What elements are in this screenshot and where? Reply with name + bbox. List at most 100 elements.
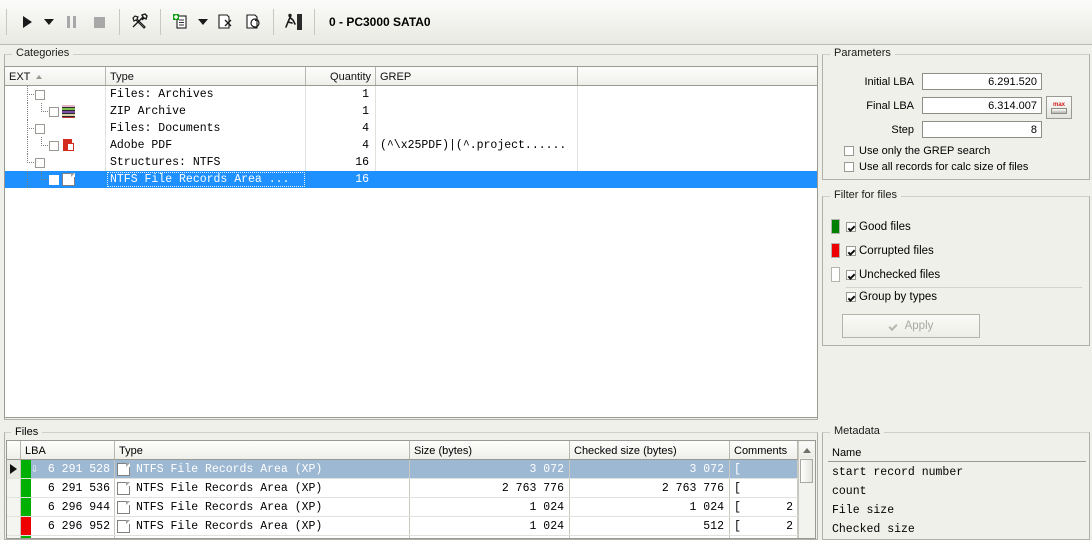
tree-elbow-icon <box>21 120 35 137</box>
category-row[interactable]: Adobe PDF 4 (^\x25PDF)|(^.project...... <box>5 137 817 154</box>
run-menu-button[interactable] <box>41 8 57 36</box>
good-files-label: Good files <box>859 220 911 233</box>
category-checkbox[interactable] <box>35 89 45 100</box>
filter-corrupted-files-row[interactable]: Corrupted files <box>831 243 934 258</box>
metadata-column-header-label: Name <box>832 446 862 459</box>
column-header-ext-label: EXT <box>9 71 31 83</box>
grep-only-checkbox[interactable] <box>844 146 854 156</box>
files-row-checked-size: 512 <box>570 517 730 535</box>
filter-good-files-row[interactable]: Good files <box>831 219 911 234</box>
metadata-row[interactable]: Checked size <box>832 523 915 536</box>
files-column-header-lba[interactable]: LBA <box>21 441 115 459</box>
final-lba-input[interactable]: 6.314.007 <box>922 97 1042 114</box>
category-row-type: ZIP Archive <box>106 103 306 120</box>
category-row-grep <box>376 171 578 188</box>
metadata-row[interactable]: count <box>832 485 867 498</box>
max-lba-button[interactable]: max <box>1046 96 1072 119</box>
category-checkbox[interactable] <box>49 140 59 151</box>
category-row-filler <box>578 120 817 137</box>
page-icon <box>117 500 130 514</box>
files-row-marker <box>7 498 21 516</box>
files-row[interactable]: 6 296 952 NTFS File Records Area (XP) 1 02… <box>7 517 815 536</box>
category-row[interactable]: NTFS File Records Area ... 16 <box>5 171 817 188</box>
categories-grid[interactable]: EXT Type Quantity GREP Files: Archives 1 Z… <box>4 66 818 418</box>
initial-lba-input[interactable]: 6.291.520 <box>922 73 1042 90</box>
files-group-title: Files <box>11 426 43 438</box>
files-column-header-type[interactable]: Type <box>115 441 410 459</box>
filter-divider <box>846 287 1082 288</box>
metadata-row[interactable]: File size <box>832 504 894 517</box>
files-row-type-label: NTFS File Records Area (XP) <box>136 481 323 495</box>
category-row-ext <box>5 120 106 137</box>
initial-lba-row: Initial LBA 6.291.520 <box>828 73 1042 90</box>
files-row[interactable]: ⇩ 6 291 528 NTFS File Records Area (XP) 3 0… <box>7 460 815 479</box>
scrollbar-thumb[interactable] <box>800 459 813 483</box>
tools-button[interactable] <box>126 8 154 36</box>
column-header-grep[interactable]: GREP <box>376 67 578 85</box>
files-row-lba: 6 296 952 <box>31 517 115 535</box>
all-records-checkbox[interactable] <box>844 162 854 172</box>
category-row-type: Files: Documents <box>106 120 306 137</box>
good-files-color-swatch <box>831 219 840 234</box>
column-header-quantity-label: Quantity <box>330 71 371 83</box>
step-input[interactable]: 8 <box>922 121 1042 138</box>
files-row-comment: [2 <box>730 498 798 516</box>
files-row[interactable] <box>7 536 815 538</box>
exit-button[interactable] <box>280 8 308 36</box>
category-checkbox[interactable] <box>49 106 59 117</box>
tree-elbow-icon <box>35 103 49 120</box>
files-column-header-size[interactable]: Size (bytes) <box>410 441 570 459</box>
category-row[interactable]: Structures: NTFS 16 <box>5 154 817 171</box>
files-row-type: NTFS File Records Area (XP) <box>115 479 410 497</box>
stop-button[interactable] <box>85 8 113 36</box>
filter-group-by-types-row[interactable]: Group by types <box>846 291 937 303</box>
column-header-ext[interactable]: EXT <box>5 67 106 85</box>
files-row[interactable]: 6 291 536 NTFS File Records Area (XP) 2 76… <box>7 479 815 498</box>
scroll-up-button[interactable] <box>799 442 814 458</box>
column-header-quantity[interactable]: Quantity <box>306 67 376 85</box>
category-row[interactable]: Files: Documents 4 <box>5 120 817 137</box>
category-checkbox[interactable] <box>35 123 45 134</box>
files-row-size: 2 763 776 <box>410 479 570 497</box>
category-checkbox[interactable] <box>49 174 59 185</box>
files-grid[interactable]: LBA Type Size (bytes) Checked size (byte… <box>6 440 816 539</box>
category-row[interactable]: Files: Archives 1 <box>5 86 817 103</box>
category-checkbox[interactable] <box>35 157 45 168</box>
category-row-filler <box>578 103 817 120</box>
unchecked-files-checkbox[interactable] <box>846 269 856 280</box>
run-button[interactable] <box>13 8 41 36</box>
files-row[interactable]: 6 296 944 NTFS File Records Area (XP) 1 02… <box>7 498 815 517</box>
files-header-row: LBA Type Size (bytes) Checked size (byte… <box>7 441 815 460</box>
new-task-menu-button[interactable] <box>195 8 211 36</box>
grep-only-checkbox-row[interactable]: Use only the GREP search <box>844 145 990 157</box>
files-vertical-scrollbar[interactable] <box>798 441 815 538</box>
tree-elbow-icon <box>21 154 35 171</box>
metadata-column-header[interactable]: Name <box>828 444 1086 462</box>
filter-unchecked-files-row[interactable]: Unchecked files <box>831 267 940 282</box>
page-icon <box>117 481 130 495</box>
corrupted-files-checkbox[interactable] <box>846 245 856 256</box>
category-row-filler <box>578 86 817 103</box>
clear-task-button[interactable] <box>211 8 239 36</box>
category-row-type: Files: Archives <box>106 86 306 103</box>
files-row-checked-size: 2 763 776 <box>570 479 730 497</box>
categories-group-title: Categories <box>12 47 74 59</box>
category-row[interactable]: ZIP Archive 1 <box>5 103 817 120</box>
files-row-type: NTFS File Records Area (XP) <box>115 460 410 478</box>
good-files-checkbox[interactable] <box>846 221 856 232</box>
metadata-row[interactable]: start record number <box>832 466 963 479</box>
all-records-checkbox-row[interactable]: Use all records for calc size of files <box>844 161 1028 173</box>
refresh-task-button[interactable] <box>239 8 267 36</box>
new-task-button[interactable] <box>167 8 195 36</box>
files-column-header-comments[interactable]: Comments <box>730 441 798 459</box>
group-by-types-checkbox[interactable] <box>846 292 856 302</box>
files-column-header-checked-size[interactable]: Checked size (bytes) <box>570 441 730 459</box>
pause-button[interactable] <box>57 8 85 36</box>
final-lba-label: Final LBA <box>866 99 914 112</box>
column-header-type[interactable]: Type <box>106 67 306 85</box>
files-column-header-lba-label: LBA <box>25 445 46 457</box>
apply-button[interactable]: Apply <box>842 314 980 338</box>
main-toolbar: 0 - PC3000 SATA0 <box>0 0 1092 45</box>
category-row-grep <box>376 154 578 171</box>
all-records-label: Use all records for calc size of files <box>859 161 1029 173</box>
